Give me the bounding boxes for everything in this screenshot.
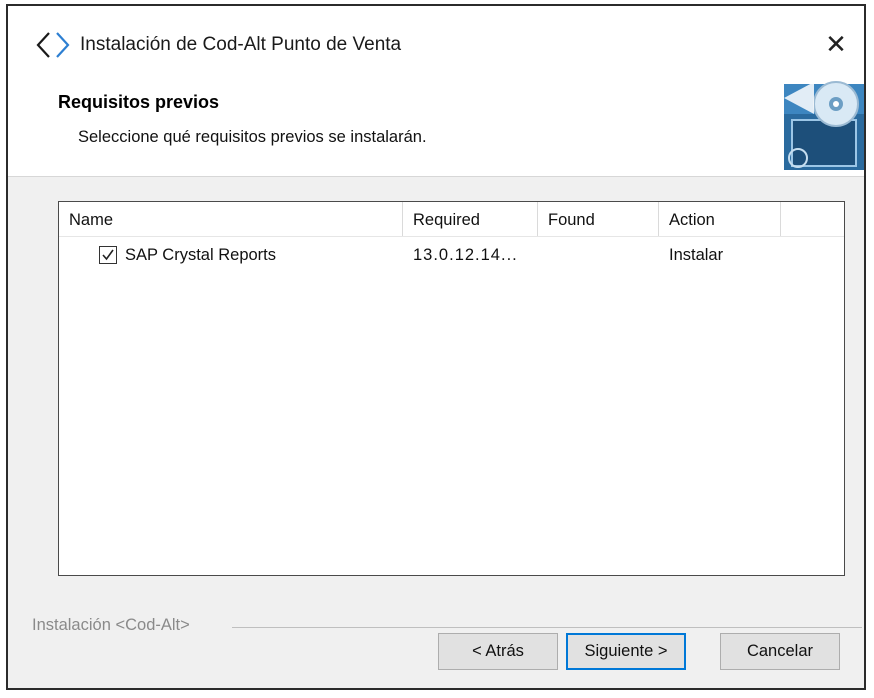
page-subtitle: Seleccione qué requisitos previos se ins… [78,128,427,146]
prerequisite-action: Instalar [669,246,724,264]
column-header-found[interactable]: Found [538,202,659,236]
page-title: Requisitos previos [58,92,220,112]
column-header-action[interactable]: Action [659,202,781,236]
installer-window: Instalación de Cod-Alt Punto de Venta ✕ … [6,4,866,690]
title-bar: Instalación de Cod-Alt Punto de Venta ✕ [8,6,864,76]
prerequisite-checkbox[interactable] [99,246,117,264]
cancel-button[interactable]: Cancelar [720,633,840,670]
column-header-required[interactable]: Required [403,202,538,236]
next-button[interactable]: Siguiente > [566,633,686,670]
separator-rule [232,627,862,628]
column-header-name[interactable]: Name [59,202,403,236]
close-icon: ✕ [825,28,847,59]
prerequisite-required-version: 13.0.12.14... [413,246,518,264]
checkmark-icon [102,249,114,261]
prerequisites-list[interactable]: Name Required Found Action SAP Crystal R… [58,201,845,576]
app-code-icon [36,30,70,60]
list-header: Name Required Found Action [59,202,844,237]
window-title: Instalación de Cod-Alt Punto de Venta [80,34,402,55]
page-header: Requisitos previos Seleccione qué requis… [8,76,864,177]
installer-disc-box-icon [774,76,864,172]
close-button[interactable]: ✕ [818,26,854,62]
prerequisite-name: SAP Crystal Reports [125,246,276,264]
back-button[interactable]: < Atrás [438,633,558,670]
list-item[interactable]: SAP Crystal Reports 13.0.12.14... Instal… [59,240,844,270]
group-label: Instalación <Cod-Alt> [32,616,200,635]
